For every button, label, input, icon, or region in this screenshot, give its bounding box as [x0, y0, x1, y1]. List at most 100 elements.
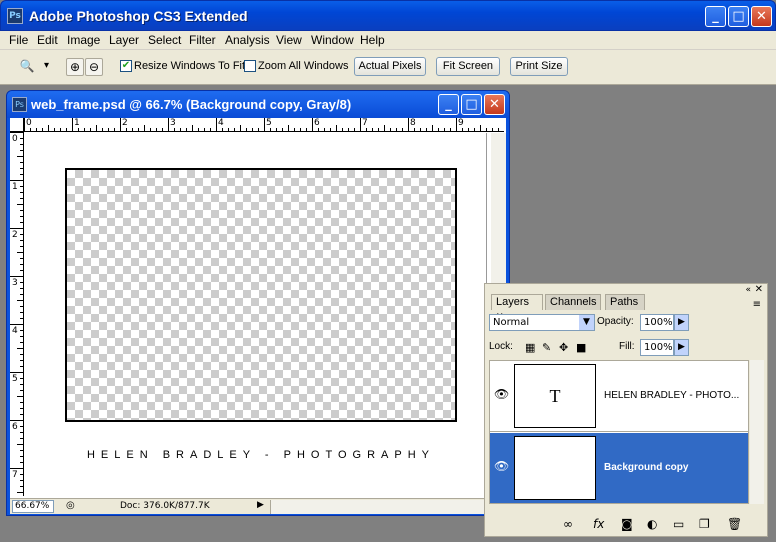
doc-minimize-button[interactable]: _: [438, 94, 459, 115]
ruler-tick: [366, 128, 367, 131]
fit-screen-button[interactable]: Fit Screen: [436, 57, 500, 76]
new-layer-icon[interactable]: ❐: [699, 517, 710, 531]
ruler-tick: [10, 132, 23, 133]
canvas-area[interactable]: HELEN BRADLEY - PHOTOGRAPHY: [25, 133, 493, 497]
ruler-tick: [20, 438, 23, 439]
menu-analysis[interactable]: Analysis: [225, 33, 270, 47]
ruler-tick: [24, 118, 25, 131]
trash-icon[interactable]: 🗑: [727, 517, 742, 531]
mask-icon[interactable]: ◙: [621, 517, 633, 531]
tab-paths[interactable]: Paths: [605, 294, 645, 310]
ruler-tick: [20, 378, 23, 379]
eye-icon[interactable]: 👁: [494, 459, 509, 473]
photoshop-app: Ps Adobe Photoshop CS3 Extended _ □ ✕ Fi…: [0, 0, 776, 542]
doc-close-button[interactable]: ✕: [484, 94, 505, 115]
layer-row-background-copy[interactable]: 👁 Background copy: [490, 433, 748, 504]
actual-pixels-button[interactable]: Actual Pixels: [354, 57, 426, 76]
ruler-tick: [216, 118, 217, 131]
resize-windows-checkbox[interactable]: ✔: [120, 60, 132, 72]
opacity-slider-arrow-icon[interactable]: ▶: [674, 314, 689, 331]
ruler-tick: [204, 128, 205, 131]
menu-file[interactable]: File: [9, 33, 28, 47]
menu-select[interactable]: Select: [148, 33, 181, 47]
ruler-tick: [384, 125, 385, 131]
fill-field[interactable]: 100%: [640, 339, 674, 356]
lock-position-icon[interactable]: ✥: [559, 341, 568, 354]
adjustment-icon[interactable]: ◐: [647, 517, 657, 531]
status-expand-icon[interactable]: ▶: [257, 500, 264, 510]
panel-collapse-icon[interactable]: «: [745, 285, 751, 295]
menu-window[interactable]: Window: [311, 33, 354, 47]
lock-all-icon[interactable]: ■: [576, 341, 586, 354]
panel-menu-icon[interactable]: ≡: [753, 299, 761, 310]
ruler-tick: [20, 312, 23, 313]
menu-help[interactable]: Help: [360, 33, 385, 47]
ruler-tick: [390, 128, 391, 131]
zoom-in-icon[interactable]: ⊕: [66, 58, 84, 76]
opacity-field[interactable]: 100%: [640, 314, 674, 331]
panel-close-icon[interactable]: ✕: [755, 284, 763, 295]
ruler-tick: [20, 408, 23, 409]
menu-edit[interactable]: Edit: [37, 33, 58, 47]
ruler-tick: [264, 118, 265, 131]
ruler-v-label: 1: [12, 182, 18, 192]
ruler-tick: [90, 128, 91, 131]
lock-image-icon[interactable]: ✎: [542, 341, 551, 354]
ruler-v-label: 0: [12, 134, 18, 144]
fx-icon[interactable]: fx: [593, 517, 604, 531]
vertical-ruler[interactable]: 0 1 2 3 4 5 6 7: [10, 132, 24, 496]
link-icon[interactable]: ∞: [563, 517, 573, 531]
ruler-tick: [20, 240, 23, 241]
app-titlebar: Ps Adobe Photoshop CS3 Extended _ □ ✕: [0, 0, 776, 31]
zoom-out-icon[interactable]: ⊖: [85, 58, 103, 76]
ruler-tick: [498, 128, 499, 131]
fill-slider-arrow-icon[interactable]: ▶: [674, 339, 689, 356]
horizontal-ruler[interactable]: 0 1 2 3 4 5 6 7 8 9: [24, 118, 504, 132]
ruler-tick: [432, 125, 433, 131]
close-button[interactable]: ✕: [751, 6, 772, 27]
ruler-tick: [96, 125, 97, 131]
ruler-tick: [10, 228, 23, 229]
layers-scrollbar[interactable]: [750, 360, 764, 504]
ruler-tick: [210, 128, 211, 131]
horizontal-scrollbar[interactable]: [270, 500, 506, 514]
doc-maximize-button[interactable]: □: [461, 94, 482, 115]
menu-layer[interactable]: Layer: [109, 33, 139, 47]
lock-transparent-icon[interactable]: ▦: [525, 341, 535, 354]
menu-view[interactable]: View: [276, 33, 302, 47]
ruler-tick: [20, 246, 23, 247]
chevron-down-icon[interactable]: ▼: [579, 315, 594, 330]
print-size-button[interactable]: Print Size: [510, 57, 568, 76]
zoom-all-checkbox[interactable]: [244, 60, 256, 72]
tab-layers[interactable]: Layers ✕: [491, 294, 543, 321]
maximize-button[interactable]: □: [728, 6, 749, 27]
eye-icon[interactable]: 👁: [494, 387, 509, 401]
blend-mode-select[interactable]: Normal ▼: [489, 314, 595, 331]
folder-icon[interactable]: ▭: [673, 517, 684, 531]
layer-name: Background copy: [604, 462, 689, 473]
zoom-level-field[interactable]: 66.67%: [12, 500, 54, 513]
menu-filter[interactable]: Filter: [189, 33, 216, 47]
tool-preset-dropdown-icon[interactable]: ▾: [44, 60, 49, 71]
menu-image[interactable]: Image: [67, 33, 100, 47]
ruler-tick: [48, 125, 49, 131]
ruler-v-label: 2: [12, 230, 18, 240]
ruler-tick: [17, 300, 23, 301]
ruler-tick: [234, 128, 235, 131]
minimize-button[interactable]: _: [705, 6, 726, 27]
status-menu-icon[interactable]: ◎: [66, 500, 75, 511]
ruler-tick: [252, 128, 253, 131]
ruler-tick: [420, 128, 421, 131]
document-titlebar[interactable]: Ps web_frame.psd @ 66.7% (Background cop…: [7, 91, 509, 118]
layer-row-text[interactable]: 👁 T HELEN BRADLEY - PHOTO...: [490, 361, 748, 432]
ruler-tick: [20, 162, 23, 163]
resize-windows-label: Resize Windows To Fit: [134, 60, 246, 72]
ruler-tick: [294, 128, 295, 131]
ruler-tick: [20, 222, 23, 223]
ruler-corner[interactable]: [10, 118, 24, 132]
ruler-h-label: 1: [74, 118, 80, 128]
zoom-tool-icon[interactable]: 🔍: [18, 58, 36, 76]
tab-channels[interactable]: Channels: [545, 294, 601, 310]
document-image[interactable]: HELEN BRADLEY - PHOTOGRAPHY: [25, 133, 487, 497]
ruler-tick: [10, 372, 23, 373]
